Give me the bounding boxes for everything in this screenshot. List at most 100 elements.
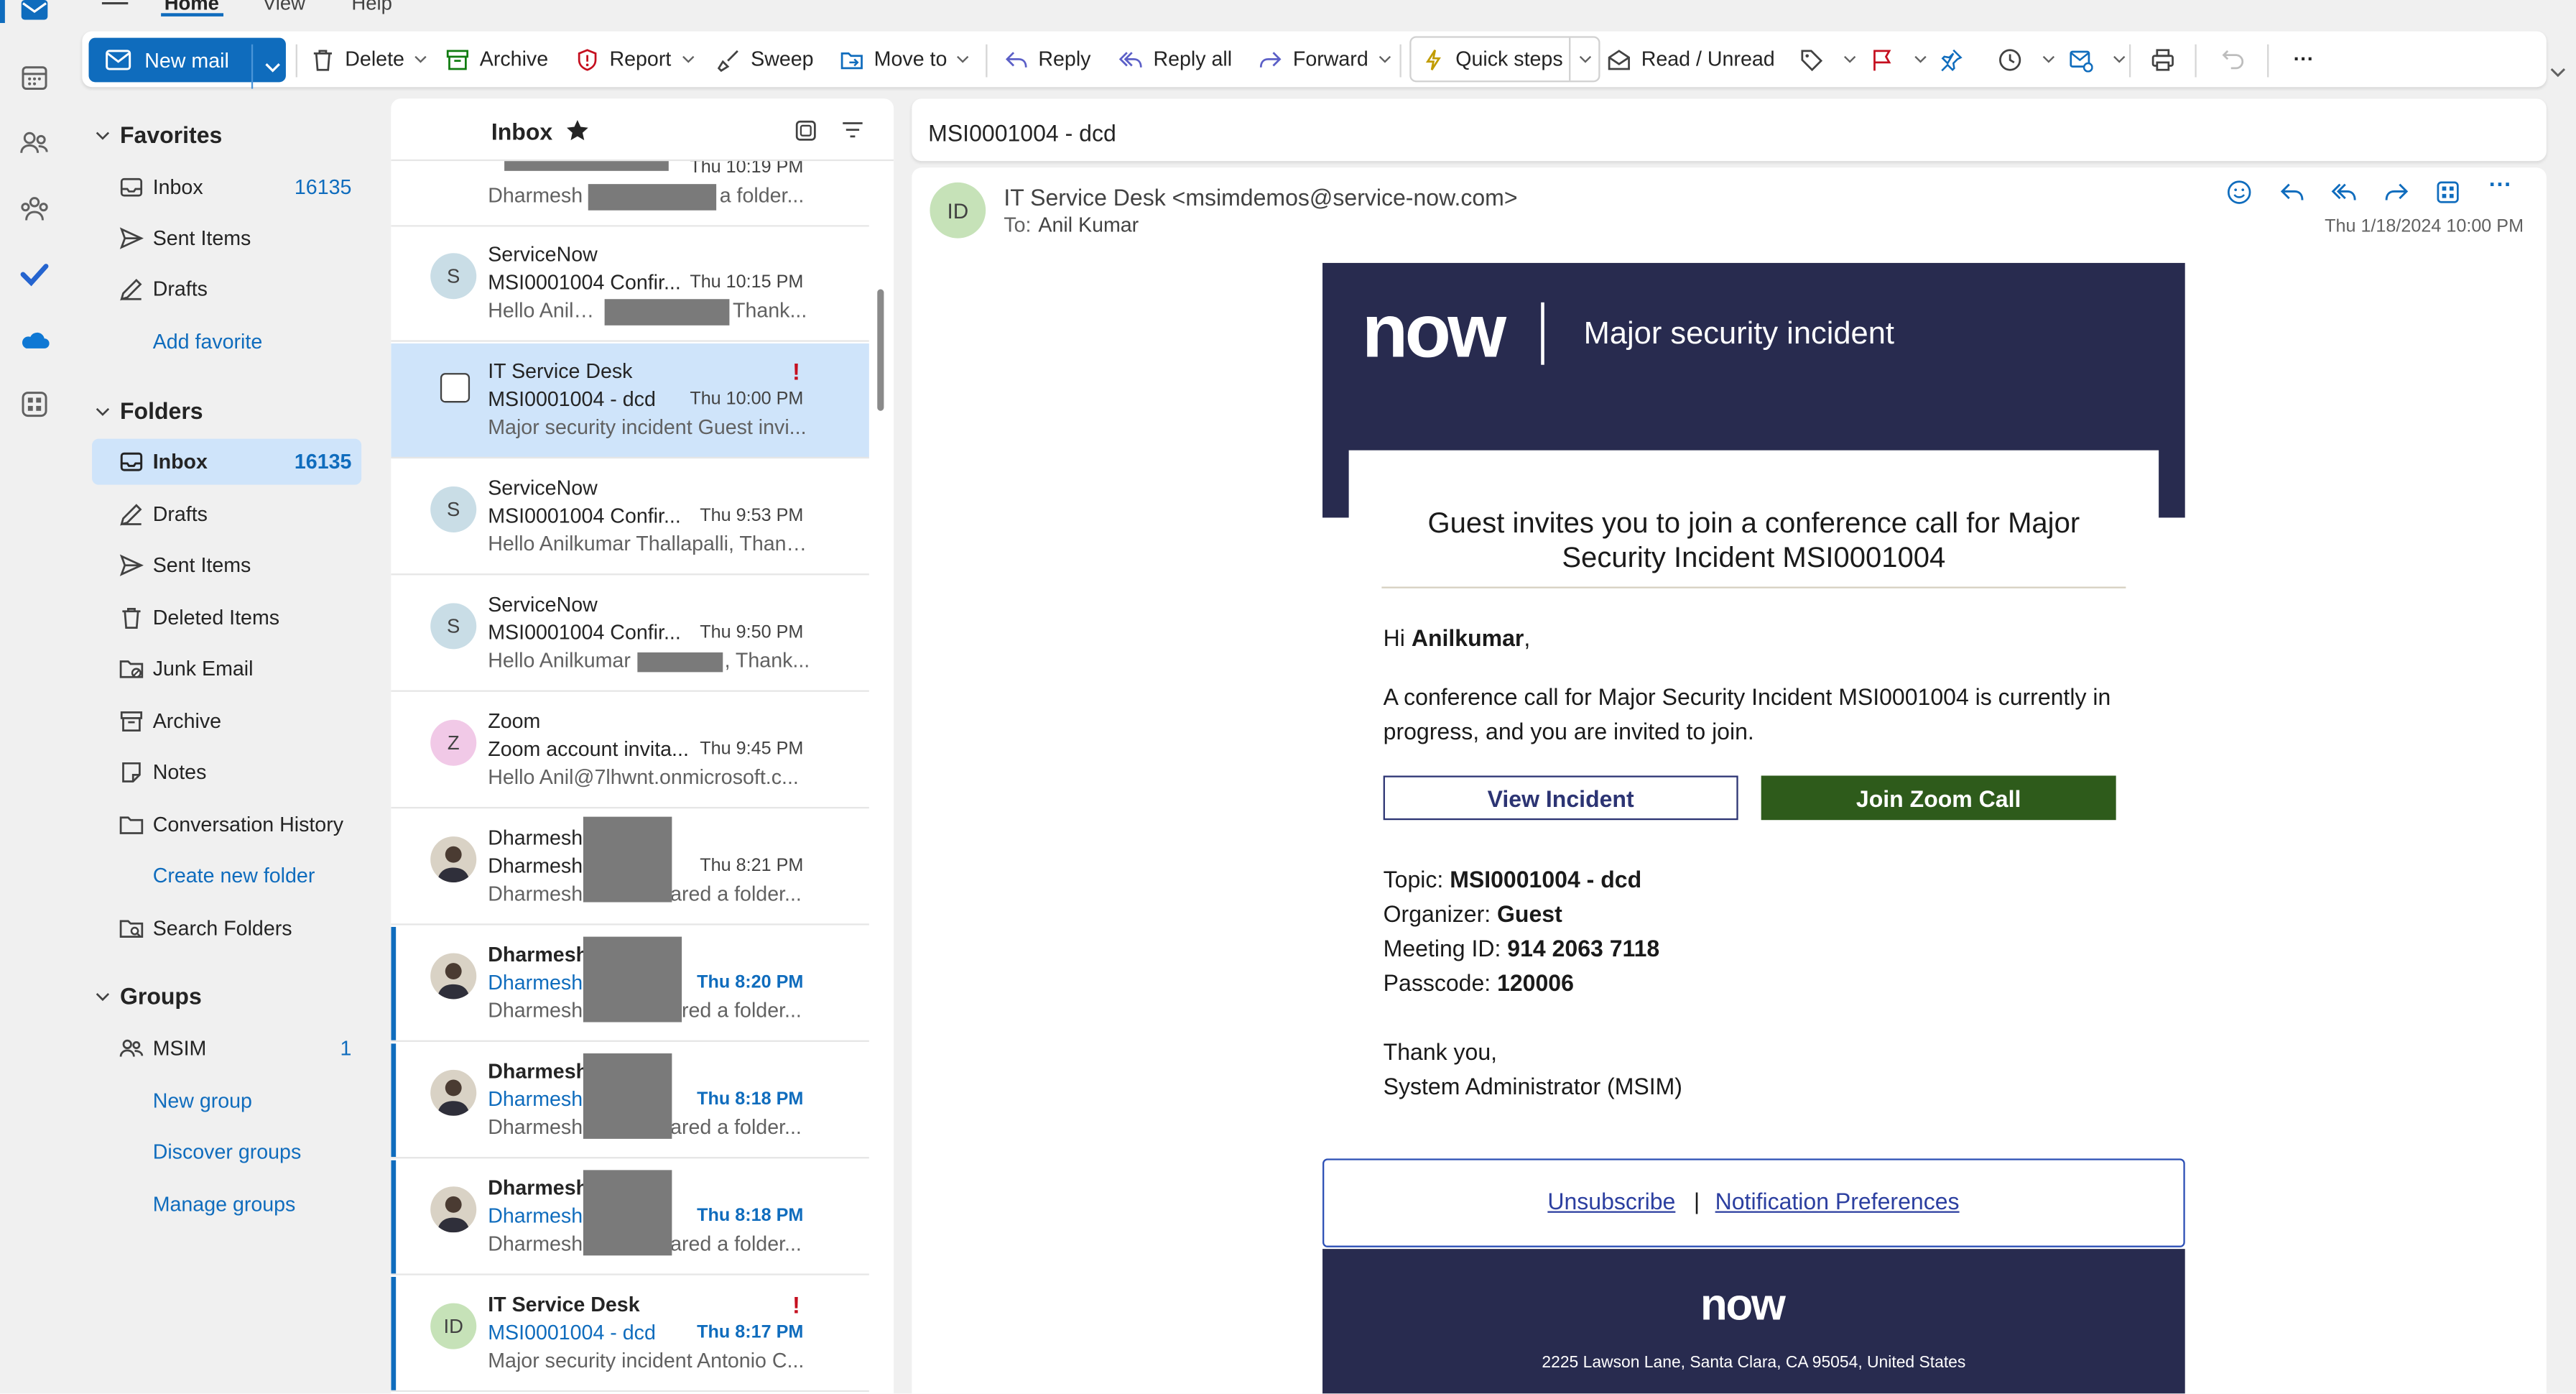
message-checkbox[interactable] [440,373,471,403]
folder-pane: Favorites Inbox 16135 Sent Items Drafts … [82,98,378,1393]
list-item-unread[interactable]: Dharmesh Dharmesh Thu 8:18 PM Dharmesh a… [391,1043,869,1159]
archive-button[interactable]: Archive [445,31,548,87]
group-msim-count: 1 [340,1037,352,1061]
filter-icon[interactable] [841,119,864,142]
create-new-folder-link[interactable]: Create new folder [153,864,315,887]
chevron-down-icon [1914,55,1927,63]
list-item[interactable]: S ServiceNow MSI0001004 Confir... Thu 9:… [391,576,869,692]
list-item-unread[interactable]: Dharmesh Dharmesh Thu 8:20 PM Dharmesh a… [391,926,869,1042]
new-group-link[interactable]: New group [153,1089,252,1112]
list-item[interactable]: S ServiceNow MSI0001004 Confir... Thu 10… [391,226,869,342]
message-sender: Dharmesh [488,1176,589,1200]
favorite-inbox[interactable]: Inbox 16135 [92,165,361,211]
sender-avatar[interactable]: ID [930,182,986,239]
reply-all-button[interactable]: Reply all [1118,31,1232,87]
group-msim-label: MSIM [152,1037,207,1061]
join-zoom-call-button[interactable]: Join Zoom Call [1761,775,2116,821]
ribbon-expand-icon[interactable] [2549,65,2566,78]
reply-all-icon[interactable] [2331,179,2358,206]
pencil-icon [120,504,142,526]
select-mode-icon[interactable] [794,119,818,143]
list-item-unread[interactable]: Dharmesh Dharmesh Thu 8:18 PM Dharmesh a… [391,1160,869,1275]
print-button[interactable] [2151,31,2185,87]
todo-icon[interactable] [18,258,51,291]
recipient-name[interactable]: Anil Kumar [1038,213,1139,236]
reply-icon[interactable] [2279,179,2305,206]
manage-groups-link[interactable]: Manage groups [153,1193,296,1216]
pin-icon [1941,48,1963,71]
snooze-button[interactable] [1998,31,2065,87]
servicenow-logo: now [1361,287,1506,374]
favorites-header[interactable]: Favorites [96,121,223,148]
quick-steps-button[interactable]: Quick steps [1409,36,1601,83]
categorize-button[interactable] [1799,31,1866,87]
favorite-sent-items[interactable]: Sent Items [92,216,361,262]
folder-move-icon [840,51,863,69]
message-sender: ServiceNow [488,476,598,500]
pin-button[interactable] [1939,31,1973,87]
list-item[interactable]: Z Zoom Zoom account invita... Thu 9:45 P… [391,693,869,809]
list-item[interactable]: S ServiceNow MSI0001004 Confir... Thu 9:… [391,460,869,576]
sender-address[interactable]: IT Service Desk <msimdemos@service-now.c… [1004,184,1517,211]
report-button[interactable]: Report [575,31,704,87]
app-rail [0,0,70,1394]
new-mail-dropdown[interactable] [251,44,292,89]
flag-button[interactable] [1870,31,1937,87]
list-item[interactable]: Dharmesh Dharmesh Thu 8:21 PM Dharmesh a… [391,810,869,926]
people-icon[interactable] [18,126,51,160]
list-item-unread[interactable]: ID IT Service Desk ! MSI0001004 - dcd Th… [391,1276,869,1393]
more-options-button[interactable]: ··· [2294,31,2315,87]
folder-notes[interactable]: Notes [92,749,361,795]
search-folders[interactable]: Search Folders [92,905,361,951]
hamburger-menu-icon[interactable] [101,0,129,11]
folder-archive[interactable]: Archive [92,698,361,744]
mail-icon[interactable] [18,0,51,27]
reply-all-icon [1118,51,1142,67]
favorite-inbox-count: 16135 [294,175,352,199]
groups-header[interactable]: Groups [96,982,202,1010]
move-to-label: Move to [874,47,948,71]
forward-button[interactable]: Forward [1259,31,1401,87]
favorite-drafts[interactable]: Drafts [92,266,361,312]
folder-deleted-items[interactable]: Deleted Items [92,595,361,641]
list-item-selected[interactable]: IT Service Desk ! MSI0001004 - dcd Thu 1… [391,343,869,459]
unsubscribe-link[interactable]: Unsubscribe [1547,1188,1675,1215]
tab-view[interactable]: View [263,0,305,15]
emoji-reaction-icon[interactable] [2226,179,2253,206]
folder-conversation-history[interactable]: Conversation History [92,802,361,848]
link-separator: | [1693,1188,1700,1215]
message-subject: Zoom account invita... [488,737,689,761]
message-list-scrollbar[interactable] [877,289,884,411]
rules-button[interactable] [2068,31,2136,87]
star-icon[interactable] [565,119,590,143]
message-preview: Hello Anilkumar Thallapalli, Thank... [488,532,809,556]
reply-button[interactable]: Reply [1004,31,1090,87]
onedrive-icon[interactable] [18,324,51,357]
apps-icon[interactable] [18,388,51,421]
undo-button[interactable] [2221,31,2256,87]
add-favorite-link[interactable]: Add favorite [153,331,263,354]
groups-icon[interactable] [18,193,51,226]
calendar-icon[interactable] [18,61,51,94]
groups-label: Groups [119,982,202,1010]
delete-button[interactable]: Delete [310,31,437,87]
notification-preferences-link[interactable]: Notification Preferences [1715,1188,1960,1215]
folder-drafts[interactable]: Drafts [92,491,361,537]
read-unread-button[interactable]: Read / Unread [1607,31,1775,87]
move-to-button[interactable]: Move to [840,31,980,87]
group-msim[interactable]: MSIM 1 [92,1025,361,1071]
forward-icon[interactable] [2383,179,2410,206]
more-actions-icon[interactable]: ··· [2489,171,2512,198]
apps-icon[interactable] [2434,179,2461,206]
sweep-button[interactable]: Sweep [716,31,814,87]
discover-groups-link[interactable]: Discover groups [153,1140,302,1163]
folder-sent-items[interactable]: Sent Items [92,543,361,588]
folder-junk-email[interactable]: Junk Email [92,646,361,692]
folder-inbox[interactable]: Inbox 16135 [92,438,362,485]
view-incident-button[interactable]: View Incident [1383,775,1738,821]
redaction-block [583,816,672,903]
tab-help[interactable]: Help [351,0,392,15]
new-mail-button[interactable]: New mail [88,37,286,89]
folders-header[interactable]: Folders [96,397,203,424]
favorites-label: Favorites [119,121,223,148]
